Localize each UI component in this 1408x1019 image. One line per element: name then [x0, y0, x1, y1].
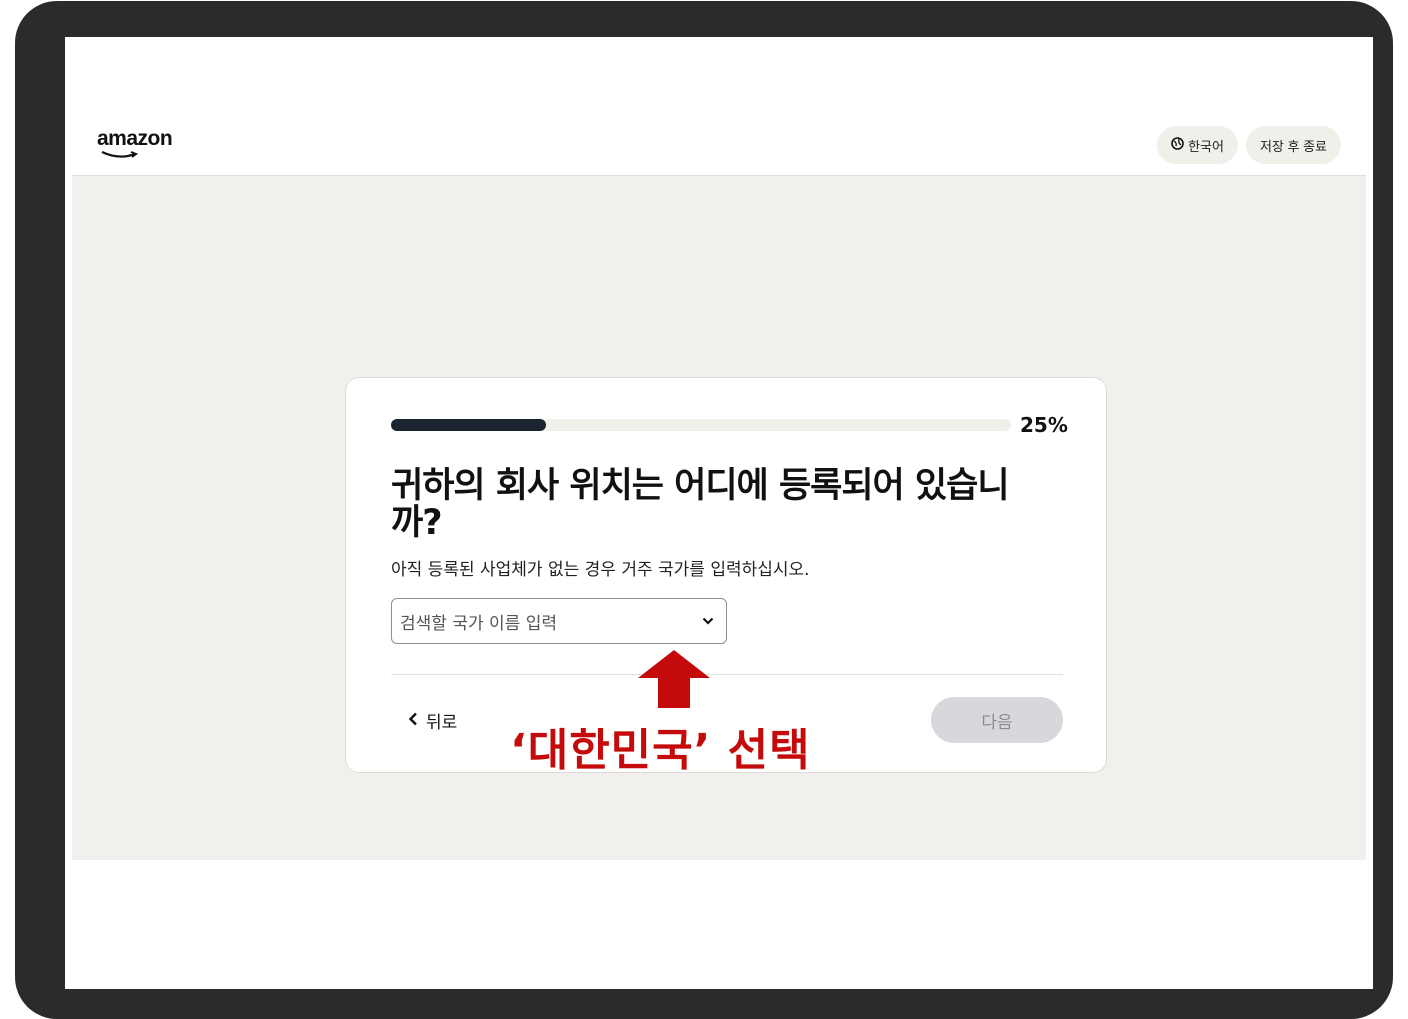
- header-actions: 한국어 저장 후 종료: [1157, 126, 1341, 164]
- back-button[interactable]: 뒤로: [408, 708, 457, 733]
- country-select[interactable]: 검색할 국가 이름 입력: [391, 598, 727, 644]
- language-label: 한국어: [1188, 138, 1224, 154]
- progress-label: 25%: [1020, 413, 1068, 437]
- amazon-smile-icon: [101, 151, 139, 158]
- back-label: 뒤로: [426, 713, 458, 733]
- amazon-logo[interactable]: amazon: [97, 127, 173, 151]
- language-button[interactable]: 한국어: [1157, 126, 1238, 164]
- country-select-placeholder: 검색할 국가 이름 입력: [400, 613, 557, 634]
- next-button[interactable]: 다음: [931, 697, 1063, 743]
- screen: amazon 한국어 저장 후 종료 25% 귀하의 회사 위치는 어디에 등록…: [65, 37, 1373, 989]
- divider: [391, 674, 1063, 675]
- save-exit-button[interactable]: 저장 후 종료: [1245, 126, 1341, 164]
- up-arrow-icon: [638, 650, 710, 708]
- chevron-down-icon: [702, 614, 714, 629]
- progress-fill: [391, 419, 546, 431]
- device-frame: amazon 한국어 저장 후 종료 25% 귀하의 회사 위치는 어디에 등록…: [15, 1, 1393, 1019]
- content-area: 25% 귀하의 회사 위치는 어디에 등록되어 있습니까? 아직 등록된 사업체…: [72, 175, 1366, 860]
- globe-icon: [1171, 137, 1184, 153]
- header: amazon 한국어 저장 후 종료: [65, 37, 1373, 175]
- question-subtitle: 아직 등록된 사업체가 없는 경우 거주 국가를 입력하십시오.: [391, 560, 810, 580]
- progress-bar: [391, 419, 1011, 431]
- question-heading: 귀하의 회사 위치는 어디에 등록되어 있습니까?: [391, 466, 1010, 543]
- chevron-left-icon: [408, 710, 418, 731]
- annotation-text: ‘대한민국’ 선택: [510, 725, 811, 776]
